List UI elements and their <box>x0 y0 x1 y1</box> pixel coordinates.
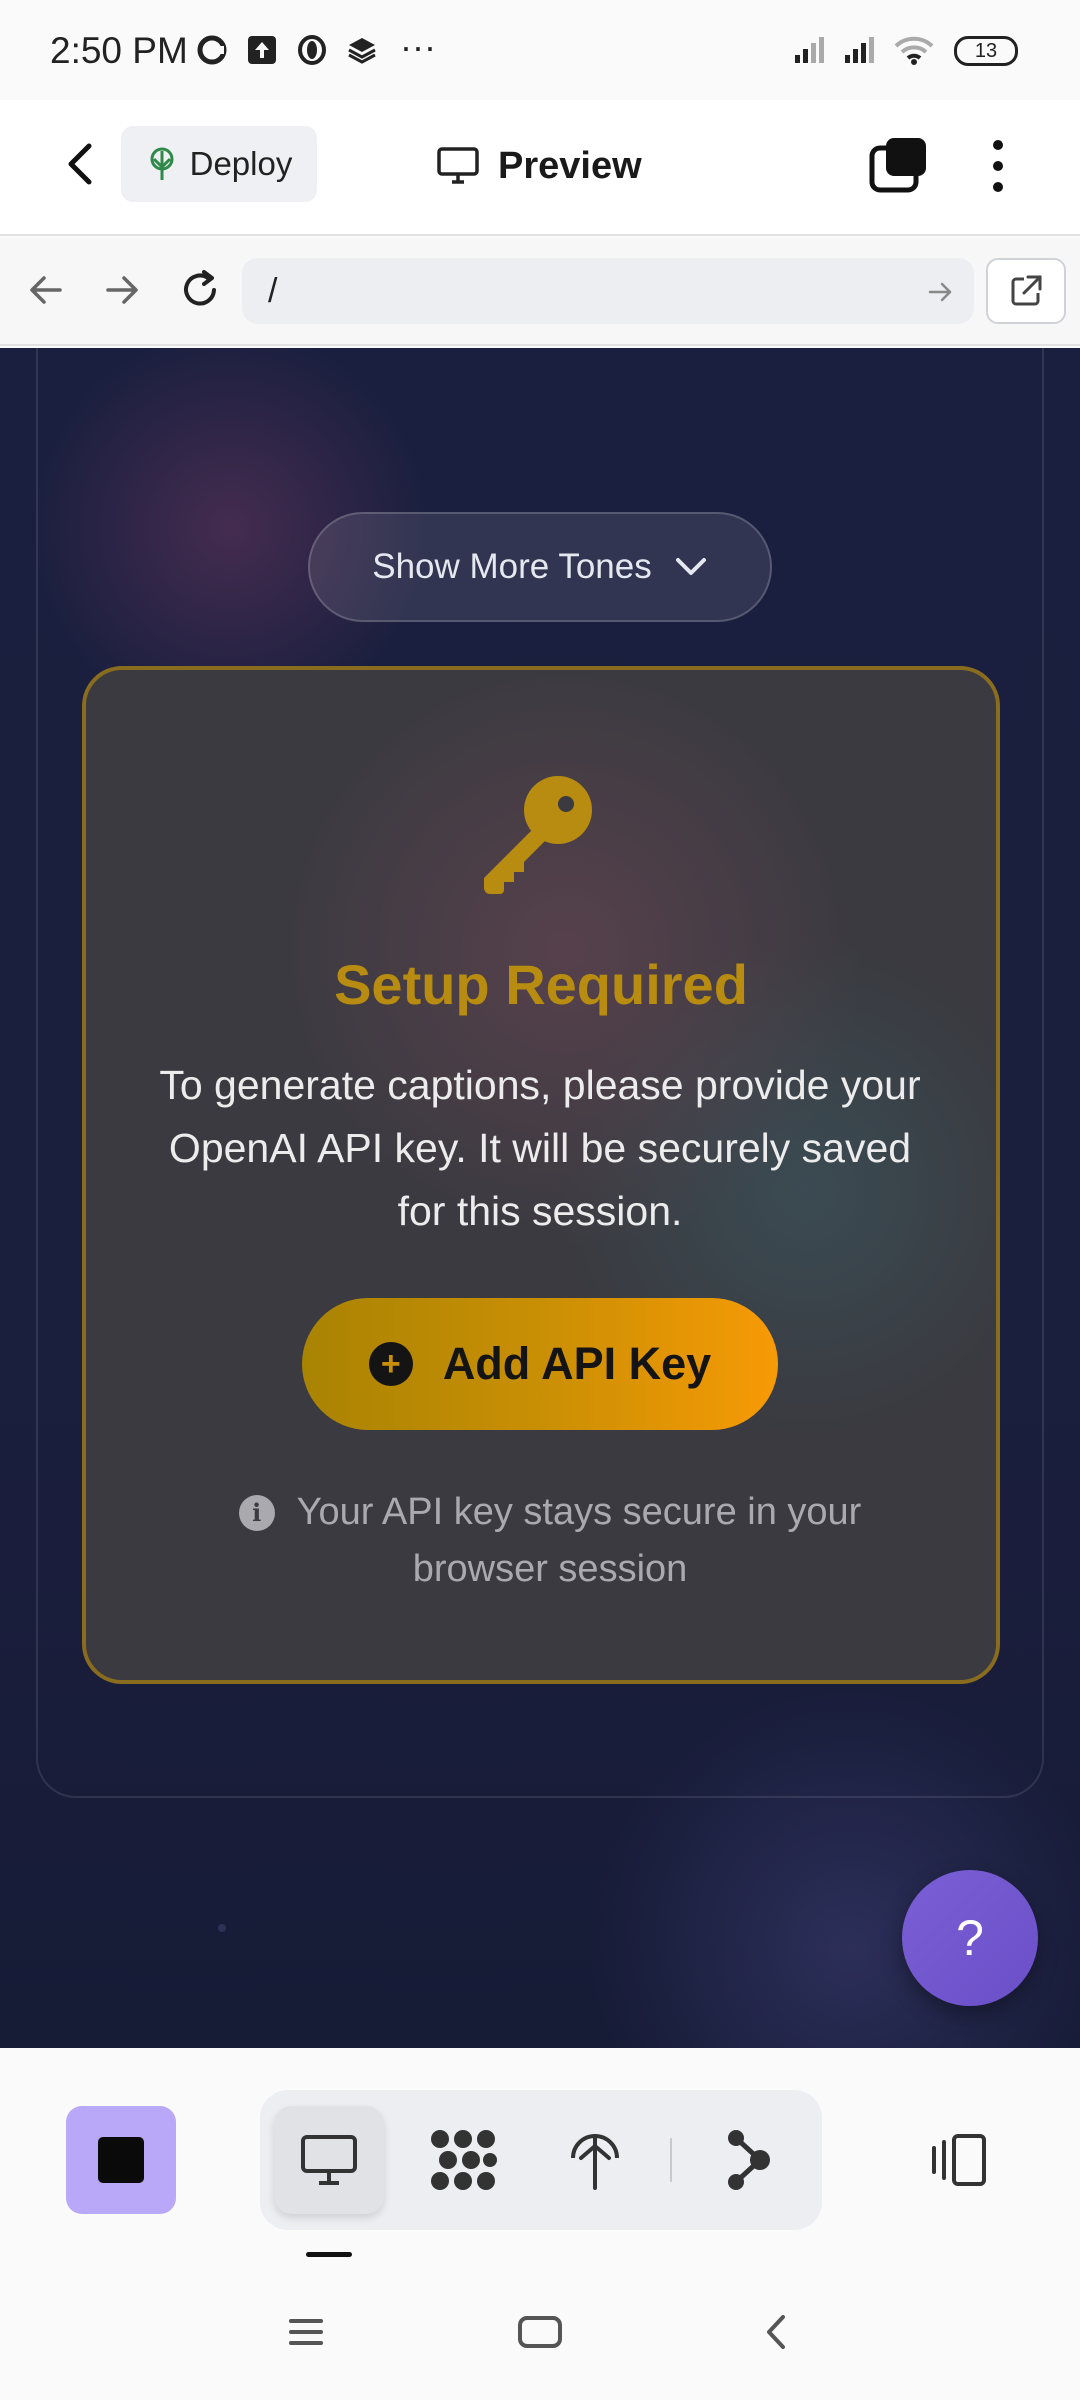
battery-icon: 13 <box>954 36 1018 66</box>
active-tab-indicator <box>306 2252 352 2257</box>
system-back-button[interactable] <box>746 2302 806 2362</box>
toolbar-divider <box>670 2138 672 2182</box>
deploy-tree-icon <box>571 2134 619 2190</box>
external-link-icon <box>1011 275 1042 306</box>
home-icon <box>518 2316 562 2348</box>
nav-back-button[interactable] <box>22 266 70 314</box>
decorative-dot <box>218 1924 226 1932</box>
workspace-button[interactable] <box>408 2106 518 2214</box>
show-more-tones-button[interactable]: Show More Tones <box>308 512 772 622</box>
arrow-right-small-icon <box>928 282 952 302</box>
c-app-icon <box>196 34 228 66</box>
wifi-icon <box>892 34 936 66</box>
setup-title: Setup Required <box>334 953 748 1016</box>
add-api-key-button[interactable]: + Add API Key <box>302 1298 778 1430</box>
preview-label: Preview <box>498 144 642 187</box>
nav-forward-button[interactable] <box>98 266 146 314</box>
device-toggle-icon <box>932 2134 986 2186</box>
recent-apps-button[interactable] <box>276 2302 336 2362</box>
back-icon <box>767 2315 785 2349</box>
status-time: 2:50 PM <box>50 30 188 71</box>
show-more-tones-label: Show More Tones <box>372 547 652 586</box>
tabs-icon <box>869 138 926 193</box>
deploy-tree-icon <box>150 147 174 180</box>
grid-dots-icon <box>431 2130 497 2190</box>
device-toggle-button[interactable] <box>904 2106 1014 2214</box>
add-api-key-label: Add API Key <box>442 1338 712 1389</box>
deploy-button[interactable]: Deploy <box>121 126 317 202</box>
branch-icon <box>728 2130 770 2190</box>
home-button[interactable] <box>510 2302 570 2362</box>
arrow-left-icon <box>30 276 62 304</box>
deploy-tool-button[interactable] <box>540 2106 650 2214</box>
stop-button[interactable] <box>66 2106 176 2214</box>
menu-icon <box>289 2319 323 2345</box>
tabs-button[interactable] <box>868 136 930 194</box>
dot-icon <box>993 161 1003 171</box>
preview-title: Preview <box>436 136 642 196</box>
api-key-hint: i Your API key stays secure in your brows… <box>200 1484 900 1598</box>
upload-icon <box>246 34 278 66</box>
back-button[interactable] <box>56 140 104 188</box>
dot-icon <box>993 182 1003 192</box>
branch-button[interactable] <box>692 2106 802 2214</box>
dot-icon <box>993 140 1003 150</box>
url-path: / <box>268 271 278 310</box>
chevron-down-icon <box>675 558 706 575</box>
monitor-icon <box>301 2135 357 2185</box>
stop-icon <box>98 2137 144 2183</box>
plus-circle-icon: + <box>368 1342 413 1386</box>
reload-icon <box>184 270 216 306</box>
preview-view-button[interactable] <box>274 2106 384 2214</box>
open-external-button[interactable] <box>986 258 1066 324</box>
help-button[interactable]: ? <box>902 1870 1038 2006</box>
url-input[interactable]: / <box>242 258 974 324</box>
go-button[interactable] <box>924 276 956 308</box>
setup-description: To generate captions, please provide you… <box>159 1062 921 1234</box>
deploy-label: Deploy <box>189 145 293 182</box>
opera-icon <box>296 34 328 66</box>
signal-icon <box>792 34 832 66</box>
hint-text: Your API key stays secure in your browse… <box>296 1491 862 1590</box>
reload-button[interactable] <box>174 264 226 316</box>
arrow-right-icon <box>106 276 138 304</box>
more-notifications: ··· <box>400 26 436 67</box>
signal-icon-2 <box>842 34 882 66</box>
help-label: ? <box>956 1910 984 1966</box>
info-icon: i <box>238 1494 275 1531</box>
chevron-left-icon <box>68 143 92 185</box>
key-icon <box>474 770 604 900</box>
monitor-icon <box>437 147 479 184</box>
more-options-button[interactable] <box>978 136 1018 196</box>
battery-level: 13 <box>974 39 998 62</box>
layers-icon <box>346 34 378 66</box>
